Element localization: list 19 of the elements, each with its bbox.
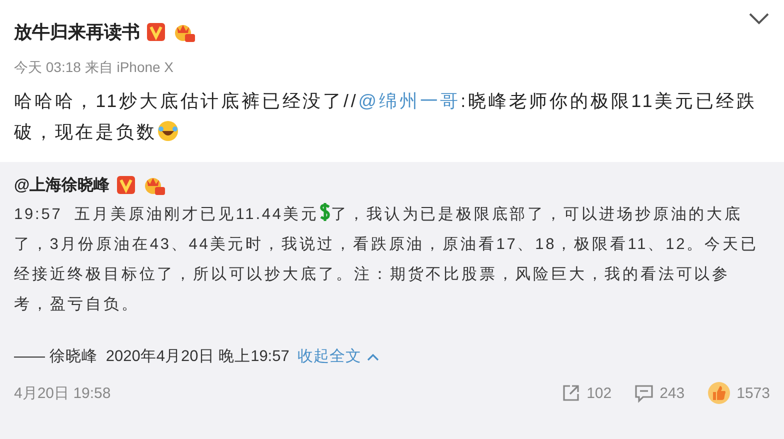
repost-text: 19:57 五月美原油刚才已见11.44美元 了，我认为已是极限底部了，可以进场抄原油的大底了，3月份原油在43、44美元时，我说过，看跌原油，原油看17、18，极限看11、12。今天已经接近终极目标位了，所以可以抄大底了。注：期货不比股票，风险巨大，我的看法可以参考，盈亏自负。	[14, 200, 760, 320]
signature: —— 徐晓峰 2020年4月20日 晚上19:57	[14, 347, 290, 367]
like-count: 1573	[736, 384, 770, 402]
caret-up-icon	[367, 352, 380, 360]
author-name[interactable]: 放牛归来再读书	[14, 20, 140, 44]
laughing-face-icon	[156, 120, 179, 142]
verified-badge-icon	[146, 22, 166, 42]
post-meta: 今天 03:18 来自 iPhone X	[14, 59, 175, 77]
post-date: 4月20日 19:58	[14, 384, 112, 402]
dollar-sign-icon	[318, 202, 331, 222]
comment-icon[interactable]	[634, 383, 654, 403]
comment-count: 243	[660, 384, 685, 402]
share-count: 102	[586, 384, 612, 402]
author-name[interactable]: @上海徐晓峰	[14, 174, 110, 196]
chevron-down-icon[interactable]	[748, 12, 770, 26]
thumbs-up-icon[interactable]	[706, 381, 731, 405]
share-icon[interactable]	[560, 383, 581, 403]
verified-badge-icon	[116, 175, 136, 195]
post-text: 哈哈哈，11炒大底估计底裤已经没了//@绵州一哥:晓峰老师你的极限11美元已经跌破，现在是负数	[14, 90, 758, 144]
